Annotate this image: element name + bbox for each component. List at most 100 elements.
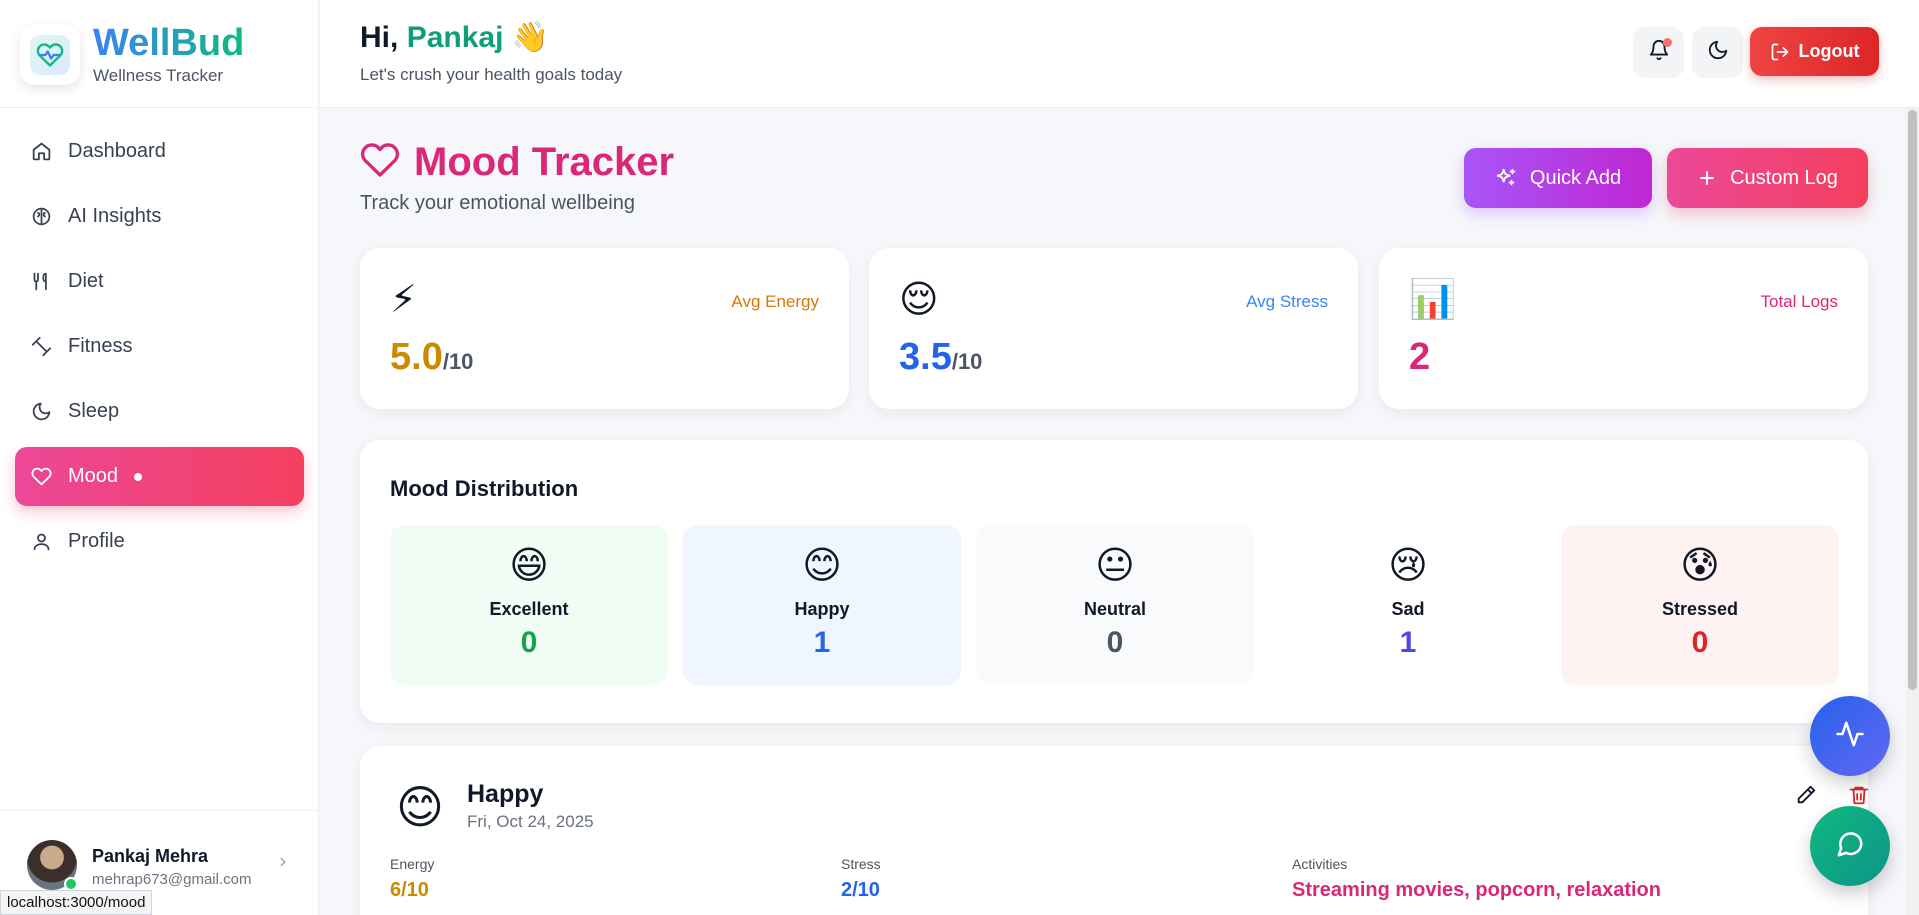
mood-box-happy: 😊 Happy 1 [683, 525, 961, 685]
mood-count: 1 [813, 626, 831, 659]
smiling-face-icon: 😊 [396, 781, 444, 833]
sidebar-item-fitness[interactable]: Fitness [15, 317, 304, 376]
logout-button[interactable]: Logout [1750, 27, 1879, 76]
online-status-indicator [64, 877, 78, 891]
chat-bubble-icon [1835, 829, 1865, 864]
chevron-right-icon [276, 855, 290, 874]
entry-stress: Stress 2/10 [841, 856, 881, 902]
mood-label: Happy [794, 599, 850, 619]
mood-box-neutral: 😐 Neutral 0 [976, 525, 1254, 685]
stat-label: Avg Energy [731, 292, 819, 311]
chat-fab-button[interactable] [1810, 806, 1890, 886]
greeting-prefix: Hi, [360, 21, 399, 54]
moon-icon [30, 401, 52, 423]
entry-activities: Activities Streaming movies, popcorn, re… [1292, 856, 1661, 902]
stat-value: 5.0/10 [390, 336, 473, 379]
mood-count: 1 [1399, 626, 1417, 659]
entry-energy: Energy 6/10 [390, 856, 434, 902]
entry-mood: Happy [467, 780, 544, 808]
quick-add-label: Quick Add [1529, 166, 1622, 189]
heart-icon [30, 466, 52, 488]
logout-icon [1771, 43, 1788, 60]
logout-label: Logout [1798, 41, 1860, 61]
user-name: Pankaj Mehra [92, 846, 209, 866]
home-icon [30, 141, 52, 163]
stress-label: Stress [841, 856, 881, 872]
mood-label: Excellent [489, 599, 569, 619]
neutral-face-icon: 😐 [1095, 545, 1135, 587]
stress-value: 2/10 [841, 879, 880, 901]
notifications-button[interactable] [1633, 27, 1684, 78]
sidebar-item-label: Dashboard [68, 140, 166, 162]
sidebar-item-diet[interactable]: Diet [15, 252, 304, 311]
stat-card-total-logs: 📊 Total Logs 2 [1379, 248, 1868, 409]
brand[interactable]: WellBud Wellness Tracker [20, 24, 244, 86]
stat-label: Avg Stress [1246, 292, 1328, 311]
stat-number: 5.0 [390, 336, 443, 378]
mood-box-excellent: 😄 Excellent 0 [390, 525, 668, 685]
mood-label: Stressed [1661, 599, 1739, 619]
top-header: Hi, Pankaj 👋 Let's crush your health goa… [320, 0, 1919, 108]
crying-face-icon: 😢 [1388, 545, 1428, 587]
divider [0, 107, 319, 108]
sidebar-item-ai-insights[interactable]: AI Insights [15, 187, 304, 246]
stat-value: 3.5/10 [899, 336, 982, 379]
energy-label: Energy [390, 856, 435, 872]
wave-icon: 👋 [511, 21, 550, 54]
sidebar-item-dashboard[interactable]: Dashboard [15, 122, 304, 181]
entry-date: Fri, Oct 24, 2025 [467, 812, 594, 831]
sidebar-item-sleep[interactable]: Sleep [15, 382, 304, 441]
sidebar: WellBud Wellness Tracker Dashboard AI In… [0, 0, 319, 915]
mood-label: Sad [1391, 599, 1425, 619]
link-preview-status: localhost:3000/mood [0, 890, 153, 915]
activities-label: Activities [1292, 856, 1348, 872]
activities-value: Streaming movies, popcorn, relaxation [1292, 879, 1661, 901]
brand-name: WellBud [93, 22, 245, 64]
main-content: Mood Tracker Track your emotional wellbe… [320, 108, 1919, 915]
sidebar-item-label: Profile [68, 530, 125, 552]
sidebar-item-label: Fitness [68, 335, 133, 357]
mood-distribution-card: Mood Distribution 😄 Excellent 0 😊 Happy … [360, 440, 1868, 723]
active-indicator-dot [134, 472, 143, 481]
stat-card-avg-energy: ⚡ Avg Energy 5.0/10 [360, 248, 849, 409]
smiling-face-icon: 😊 [802, 545, 842, 587]
greeting-user-name: Pankaj [406, 21, 504, 54]
grinning-face-icon: 😄 [509, 545, 549, 587]
sidebar-item-label: Sleep [68, 400, 120, 422]
page-title-text: Mood Tracker [414, 140, 675, 184]
sidebar-item-profile[interactable]: Profile [15, 512, 304, 571]
plus-icon [1700, 171, 1714, 185]
quick-add-button[interactable]: Quick Add [1464, 148, 1652, 208]
brand-logo [20, 25, 80, 85]
stat-card-avg-stress: 😌 Avg Stress 3.5/10 [869, 248, 1358, 409]
lightning-icon: ⚡ [390, 279, 417, 321]
page-subtitle: Track your emotional wellbeing [360, 192, 635, 214]
utensils-icon [30, 271, 52, 293]
dumbbell-icon [30, 336, 52, 358]
custom-log-button[interactable]: Custom Log [1667, 148, 1868, 208]
stat-number: 2 [1409, 336, 1431, 378]
page-scrollbar[interactable] [1906, 108, 1919, 915]
brand-subtitle: Wellness Tracker [93, 66, 224, 85]
user-email: mehrap673@gmail.com [92, 871, 252, 888]
page-title: Mood Tracker [360, 140, 674, 185]
sidebar-item-label: AI Insights [68, 205, 162, 227]
notification-badge [1663, 38, 1672, 47]
activity-fab-button[interactable] [1810, 696, 1890, 776]
brain-icon [30, 206, 52, 228]
edit-button[interactable] [1791, 782, 1821, 812]
greeting-subtitle: Let's crush your health goals today [360, 65, 623, 84]
theme-toggle-button[interactable] [1692, 27, 1743, 78]
sidebar-item-label: Mood [68, 465, 119, 487]
mood-label: Neutral [1083, 599, 1146, 619]
heart-pulse-icon [30, 35, 70, 75]
stat-value: 2 [1409, 336, 1430, 379]
sparkles-icon [1496, 168, 1516, 186]
sidebar-item-mood[interactable]: Mood [15, 447, 304, 506]
stat-number: 3.5 [899, 336, 952, 378]
relieved-face-icon: 😌 [899, 279, 939, 321]
greeting: Hi, Pankaj 👋 [360, 20, 549, 55]
custom-log-label: Custom Log [1730, 166, 1838, 189]
scrollbar-thumb[interactable] [1908, 110, 1917, 690]
activity-icon [1835, 719, 1865, 754]
